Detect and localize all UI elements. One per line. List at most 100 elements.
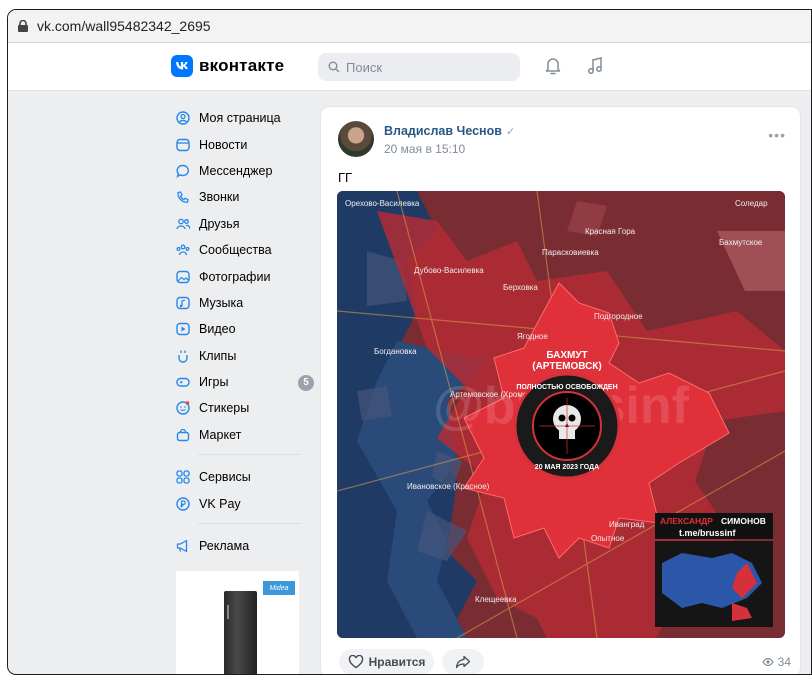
sidebar-divider bbox=[198, 522, 302, 524]
sidebar-divider bbox=[198, 454, 302, 456]
sidebar-item-label: Мессенджер bbox=[199, 163, 273, 178]
place-label: Клещеевка bbox=[475, 595, 517, 604]
lock-icon bbox=[18, 20, 28, 32]
refrigerator-image bbox=[224, 591, 257, 674]
sidebar-item-stickers[interactable]: Стикеры bbox=[171, 395, 306, 421]
seal-bottom-text: 20 МАЯ 2023 ГОДА bbox=[535, 464, 599, 471]
sidebar-item-services[interactable]: Сервисы bbox=[171, 464, 306, 490]
seal-top-text: ПОЛНОСТЬЮ ОСВОБОЖДЕН bbox=[516, 384, 617, 391]
city-subtitle: (АРТЕМОВСК) bbox=[532, 361, 601, 372]
share-button[interactable] bbox=[442, 649, 484, 674]
address-bar[interactable]: vk.com/wall95482342_2695 bbox=[8, 10, 811, 43]
banner-lastname: СИМОНОВ bbox=[721, 516, 766, 526]
ad-brand-logo: Midea bbox=[263, 581, 295, 595]
services-icon bbox=[176, 470, 190, 484]
sidebar-item-label: Друзья bbox=[199, 216, 240, 231]
more-options-icon[interactable]: ••• bbox=[768, 127, 786, 143]
url-text[interactable]: vk.com/wall95482342_2695 bbox=[37, 18, 211, 34]
sidebar-item-label: Игры bbox=[199, 375, 229, 390]
author-name[interactable]: Владислав Чеснов bbox=[384, 124, 502, 138]
clips-icon bbox=[176, 349, 190, 363]
left-navigation: Моя страница Новости Мессенджер Звонки Д… bbox=[171, 105, 314, 559]
place-label: Дубово-Василевка bbox=[414, 266, 484, 275]
sidebar-item-vkpay[interactable]: VK Pay bbox=[171, 490, 306, 516]
video-icon bbox=[176, 322, 190, 336]
music-note-icon[interactable] bbox=[586, 56, 604, 81]
place-label: Богдановка bbox=[374, 347, 417, 356]
place-label: Подгородное bbox=[594, 312, 643, 321]
sidebar-item-communities[interactable]: Сообщества bbox=[171, 237, 306, 263]
wagner-seal: ПОЛНОСТЬЮ ОСВОБОЖДЕН 20 МАЯ 2023 ГОДА bbox=[513, 372, 621, 480]
search-input[interactable]: Поиск bbox=[318, 53, 520, 81]
user-circle-icon bbox=[176, 111, 190, 125]
communities-icon bbox=[176, 243, 190, 257]
post-author[interactable]: Владислав Чеснов ✓ bbox=[384, 124, 515, 138]
views-counter: 34 bbox=[761, 655, 791, 669]
sidebar-item-label: Новости bbox=[199, 137, 248, 152]
sidebar-item-label: Реклама bbox=[199, 539, 250, 554]
ads-icon bbox=[176, 539, 190, 553]
place-label: Берхoвка bbox=[503, 283, 538, 292]
sidebar-item-label: Клипы bbox=[199, 348, 237, 363]
sidebar-item-label: VK Pay bbox=[199, 496, 241, 511]
place-label: Опытное bbox=[591, 534, 625, 543]
sidebar-item-clips[interactable]: Клипы bbox=[171, 343, 306, 369]
city-title: БАХМУТ bbox=[546, 350, 587, 361]
vkpay-icon bbox=[176, 496, 190, 511]
sidebar-item-market[interactable]: Маркет bbox=[171, 422, 306, 448]
place-label: Соледар bbox=[735, 199, 768, 208]
wall-post: Владислав Чеснов ✓ 20 мая в 15:10 ••• ГГ … bbox=[320, 106, 801, 674]
author-avatar[interactable] bbox=[338, 121, 374, 157]
sidebar-item-photos[interactable]: Фотографии bbox=[171, 263, 306, 289]
banner-firstname: АЛЕКСАНДР bbox=[660, 516, 713, 526]
sidebar-item-label: Музыка bbox=[199, 295, 244, 310]
sidebar-item-label: Сервисы bbox=[199, 470, 251, 485]
bakhmut-map-graphic: Орехово-Василевка Соледар Красная Гора П… bbox=[337, 191, 785, 638]
games-icon bbox=[176, 375, 190, 389]
sidebar-item-label: Сообщества bbox=[199, 243, 272, 258]
author-banner: АЛЕКСАНДР СИМОНОВ t.me/brussinf bbox=[655, 513, 773, 627]
post-date[interactable]: 20 мая в 15:10 bbox=[384, 142, 465, 156]
eye-icon bbox=[761, 657, 774, 667]
sidebar-item-label: Видео bbox=[199, 322, 236, 337]
vk-header: вконтакте Поиск bbox=[8, 43, 811, 91]
share-icon bbox=[455, 655, 471, 669]
sidebar-item-messenger[interactable]: Мессенджер bbox=[171, 158, 306, 184]
sidebar-item-calls[interactable]: Звонки bbox=[171, 184, 306, 210]
music-icon bbox=[176, 296, 190, 310]
bell-icon[interactable] bbox=[544, 56, 562, 81]
vk-logo-text: вконтакте bbox=[199, 56, 285, 75]
sidebar-ad-banner[interactable]: Midea bbox=[176, 571, 299, 674]
sidebar-item-music[interactable]: Музыка bbox=[171, 290, 306, 316]
place-label: Ивановское (Красное) bbox=[407, 482, 490, 491]
place-label: Бахмутское bbox=[719, 238, 763, 247]
verified-check-icon: ✓ bbox=[505, 125, 516, 138]
vk-logo-icon bbox=[171, 55, 193, 77]
market-icon bbox=[176, 428, 190, 442]
place-label: Ягодное bbox=[517, 332, 548, 341]
views-count: 34 bbox=[777, 655, 791, 669]
sidebar-item-my-page[interactable]: Моя страница bbox=[171, 105, 306, 131]
sidebar-item-games[interactable]: Игры 5 bbox=[171, 369, 314, 395]
sidebar-item-label: Моя страница bbox=[199, 111, 281, 126]
place-label: Орехово-Василевка bbox=[345, 199, 420, 208]
sidebar-item-ads[interactable]: Реклама bbox=[171, 533, 306, 559]
sidebar-item-news[interactable]: Новости bbox=[171, 131, 306, 157]
heart-icon bbox=[348, 655, 363, 669]
place-label: Красная Гора bbox=[585, 227, 636, 236]
photo-icon bbox=[176, 270, 190, 284]
sidebar-item-label: Маркет bbox=[199, 427, 242, 442]
post-image-map[interactable]: Орехово-Василевка Соледар Красная Гора П… bbox=[337, 191, 785, 638]
like-button[interactable]: Нравится bbox=[339, 649, 434, 674]
sidebar-item-video[interactable]: Видео bbox=[171, 316, 306, 342]
news-icon bbox=[176, 138, 190, 152]
browser-window: vk.com/wall95482342_2695 вконтакте Поиск… bbox=[7, 9, 812, 675]
like-label: Нравится bbox=[368, 655, 426, 669]
sidebar-item-friends[interactable]: Друзья bbox=[171, 211, 306, 237]
vk-logo[interactable]: вконтакте bbox=[171, 55, 284, 77]
sidebar-item-label: Фотографии bbox=[199, 269, 271, 284]
banner-telegram: t.me/brussinf bbox=[679, 528, 737, 538]
games-count-badge: 5 bbox=[298, 374, 314, 391]
place-label: Парасковиевка bbox=[542, 248, 599, 257]
stickers-icon bbox=[176, 401, 190, 416]
